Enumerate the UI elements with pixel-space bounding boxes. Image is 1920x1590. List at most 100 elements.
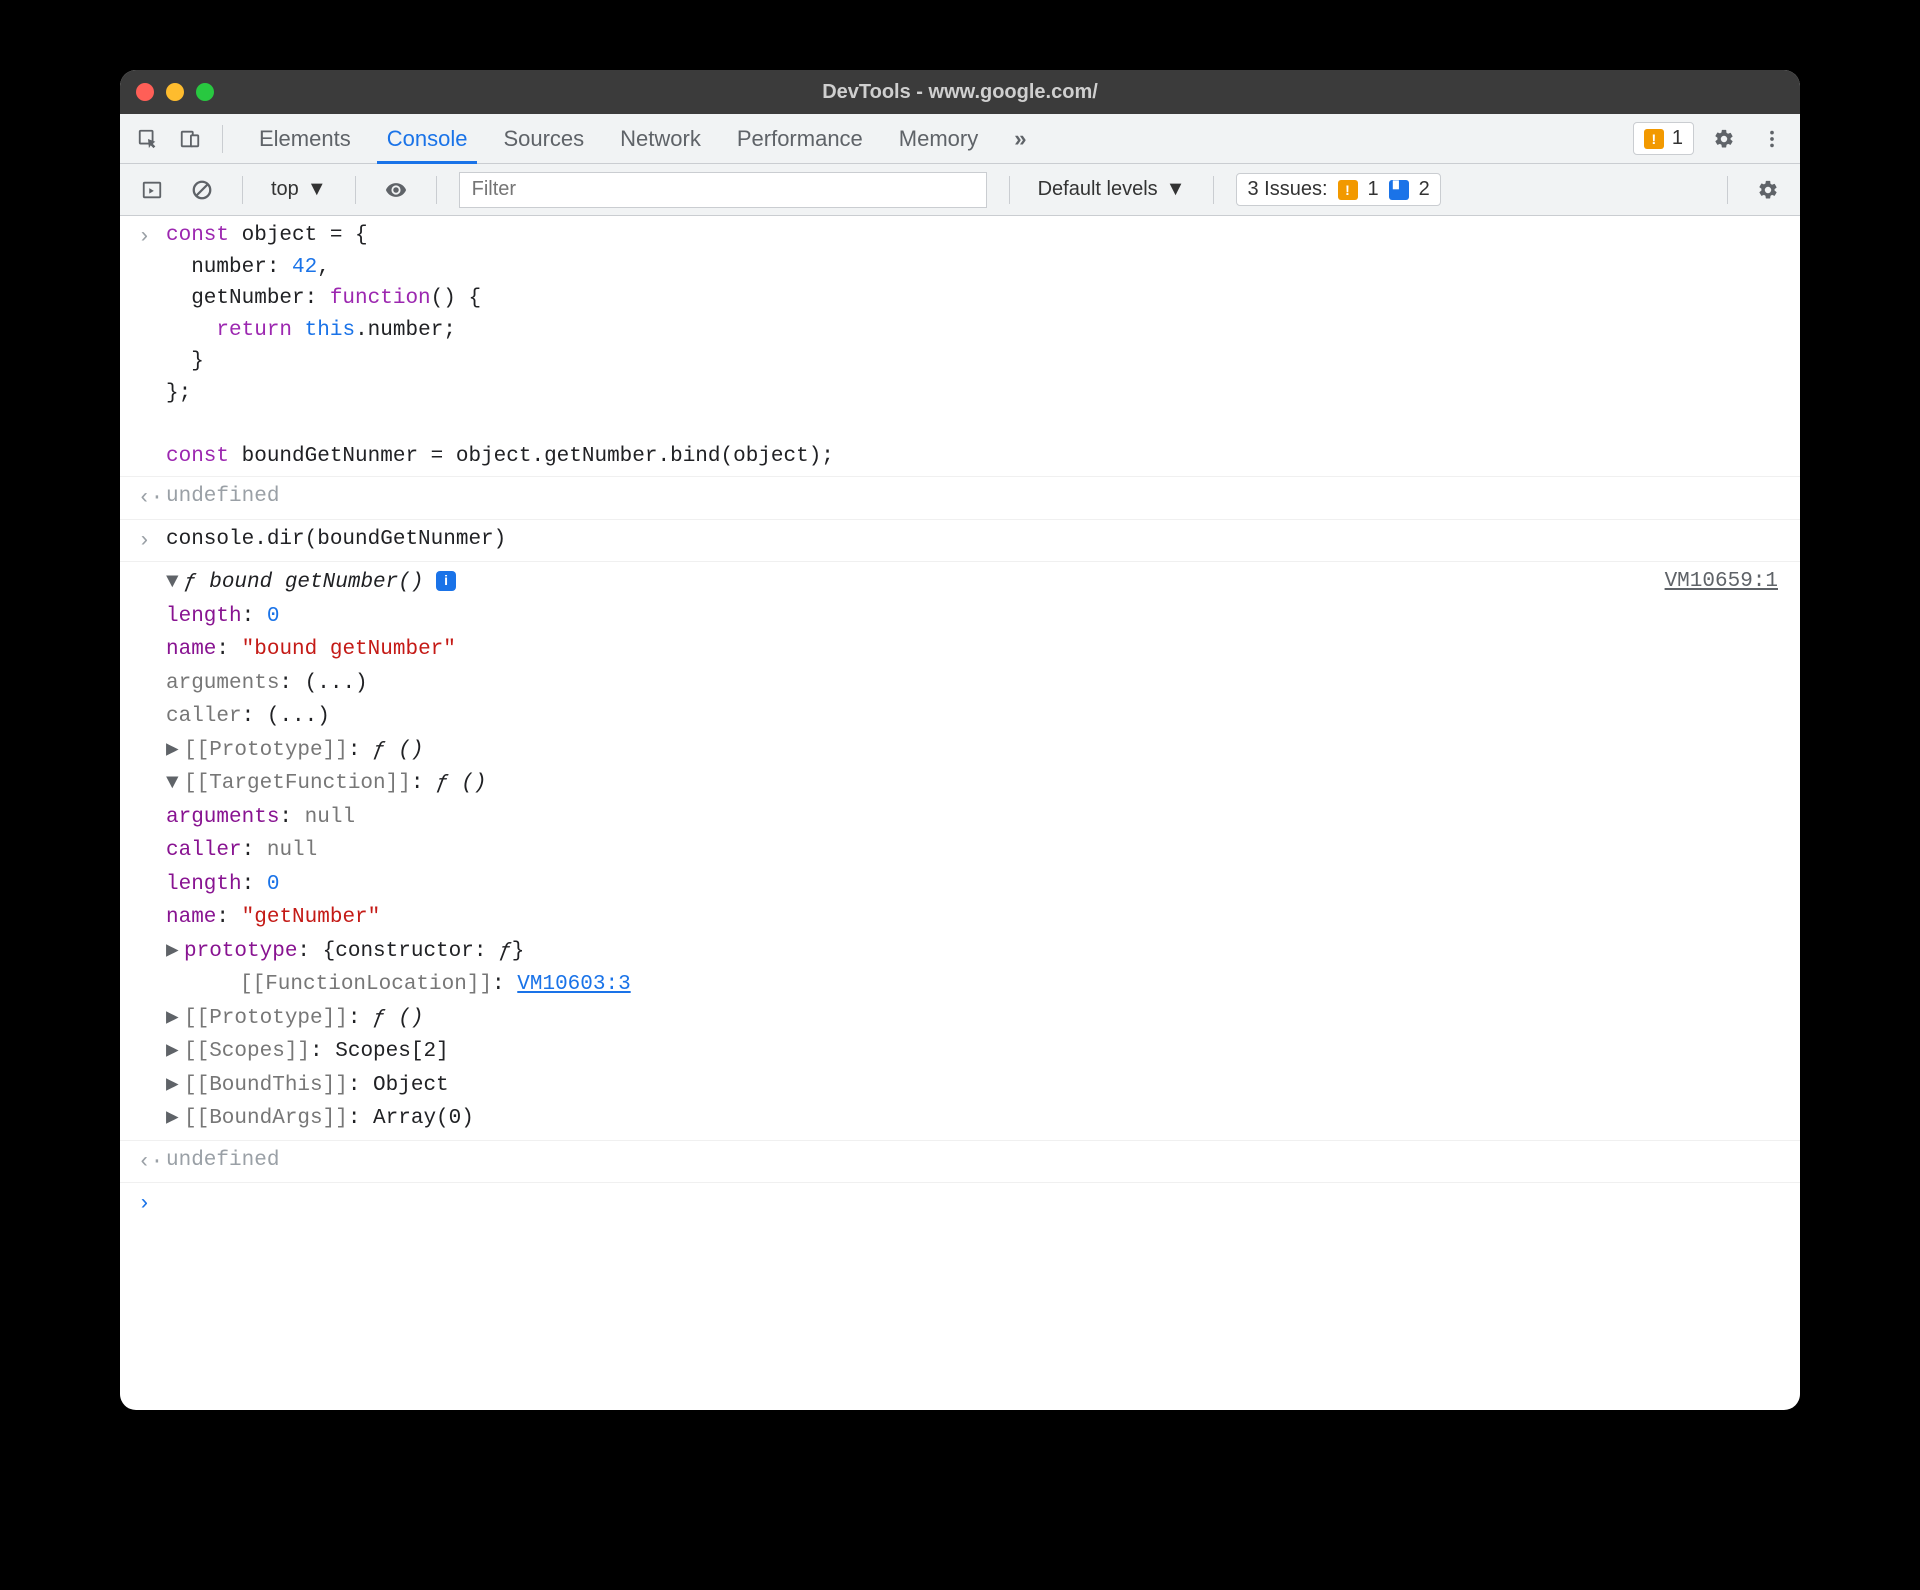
disclosure-triangle-right-icon[interactable]: ▶ [166,1003,184,1035]
console-input-row: › const object = { number: 42, getNumber… [120,216,1800,477]
prop-value: Object [373,1074,449,1097]
tab-label: Sources [503,126,584,152]
context-label: top [271,178,299,201]
chevron-down-icon: ▼ [1166,178,1186,201]
warning-icon: ! [1644,129,1664,149]
prop-key: name [166,638,216,661]
filter-input[interactable] [459,172,987,208]
result-undefined: undefined [166,1145,1786,1179]
maximize-window-button[interactable] [196,83,214,101]
context-selector[interactable]: top ▼ [265,174,333,205]
separator [242,176,243,204]
function-header: ƒ bound getNumber() [184,571,423,594]
disclosure-triangle-down-icon[interactable]: ▼ [166,567,184,599]
warning-icon: ! [1338,180,1358,200]
separator [1727,176,1728,204]
issues-warn-count: 1 [1368,178,1379,201]
tab-label: Performance [737,126,863,152]
input-chevron-icon: › [138,220,166,472]
issues-badge[interactable]: 3 Issues: ! 1 ▘ 2 [1236,173,1440,206]
prop-value: null [305,806,355,829]
prop-value[interactable]: (...) [267,705,330,728]
prop-key: prototype [184,940,297,963]
prop-key: caller [166,705,242,728]
panel-tabs: Elements Console Sources Network Perform… [255,114,1031,163]
prop-value: 0 [267,873,280,896]
prop-key: arguments [166,806,279,829]
output-chevron-icon: ‹· [138,481,166,515]
prop-key: [[Prototype]] [184,739,348,762]
tab-network[interactable]: Network [616,114,705,163]
console-output[interactable]: › const object = { number: 42, getNumber… [120,216,1800,1410]
console-settings-icon[interactable] [1750,172,1786,208]
window-title: DevTools - www.google.com/ [120,81,1800,104]
tab-sources[interactable]: Sources [499,114,588,163]
console-result-row: ‹· undefined [120,1141,1800,1184]
prop-value[interactable]: (...) [305,672,368,695]
prop-key: caller [166,839,242,862]
disclosure-triangle-right-icon[interactable]: ▶ [166,735,184,767]
close-window-button[interactable] [136,83,154,101]
tab-label: Elements [259,126,351,152]
inspect-element-icon[interactable] [130,121,166,157]
code-input: const object = { number: 42, getNumber: … [166,220,1786,472]
code-input: console.dir(boundGetNunmer) [166,524,1786,558]
tab-console[interactable]: Console [383,114,472,163]
prop-value: "getNumber" [242,906,381,929]
separator [1009,176,1010,204]
disclosure-triangle-down-icon[interactable]: ▼ [166,768,184,800]
warning-count-badge[interactable]: ! 1 [1633,122,1694,155]
info-badge-icon[interactable]: i [436,571,456,591]
warning-count: 1 [1672,127,1683,150]
disclosure-triangle-right-icon[interactable]: ▶ [166,936,184,968]
live-expression-icon[interactable] [378,172,414,208]
disclosure-triangle-right-icon[interactable]: ▶ [166,1070,184,1102]
separator [436,176,437,204]
prop-value: Array(0) [373,1107,474,1130]
console-toolbar: top ▼ Default levels ▼ 3 Issues: ! 1 ▘ 2 [120,164,1800,216]
console-input-row: › console.dir(boundGetNunmer) [120,520,1800,563]
disclosure-triangle-right-icon[interactable]: ▶ [166,1103,184,1135]
console-dir-row: ▼ƒ bound getNumber() i length: 0 name: "… [120,562,1800,1141]
tab-performance[interactable]: Performance [733,114,867,163]
device-toolbar-icon[interactable] [172,121,208,157]
tab-overflow[interactable]: » [1010,114,1030,163]
devtools-window: DevTools - www.google.com/ Elements Cons… [120,70,1800,1410]
tab-label: Memory [899,126,978,152]
prop-key: length [166,605,242,628]
tab-memory[interactable]: Memory [895,114,982,163]
prop-value: ƒ () [373,1007,423,1030]
issues-info-count: 2 [1419,178,1430,201]
tabs-row: Elements Console Sources Network Perform… [120,114,1800,164]
prop-value: Scopes[2] [335,1040,448,1063]
prompt-input[interactable] [166,1187,1786,1221]
object-tree[interactable]: ▼ƒ bound getNumber() i length: 0 name: "… [166,566,1786,1136]
sidebar-toggle-icon[interactable] [134,172,170,208]
prop-key: [[TargetFunction]] [184,772,411,795]
info-icon: ▘ [1389,180,1409,200]
tab-label: Network [620,126,701,152]
prop-value: ƒ () [436,772,486,795]
more-menu-icon[interactable] [1754,121,1790,157]
prop-value: 0 [267,605,280,628]
tab-label: Console [387,126,468,152]
chevron-down-icon: ▼ [307,178,327,201]
source-link[interactable]: VM10659:1 [1665,566,1786,1136]
source-link[interactable]: VM10603:3 [517,973,630,996]
console-prompt-row[interactable]: › [120,1183,1800,1225]
input-chevron-icon: › [138,524,166,558]
prompt-chevron-icon: › [138,1187,166,1221]
minimize-window-button[interactable] [166,83,184,101]
prop-value: null [267,839,317,862]
clear-console-icon[interactable] [184,172,220,208]
log-levels-selector[interactable]: Default levels ▼ [1032,174,1192,205]
tab-elements[interactable]: Elements [255,114,355,163]
result-undefined: undefined [166,481,1786,515]
blank-gutter [138,566,166,1136]
output-chevron-icon: ‹· [138,1145,166,1179]
disclosure-triangle-right-icon[interactable]: ▶ [166,1036,184,1068]
prop-value: ƒ () [373,739,423,762]
prop-key: [[Prototype]] [184,1007,348,1030]
issues-label: 3 Issues: [1247,178,1327,201]
settings-icon[interactable] [1706,121,1742,157]
